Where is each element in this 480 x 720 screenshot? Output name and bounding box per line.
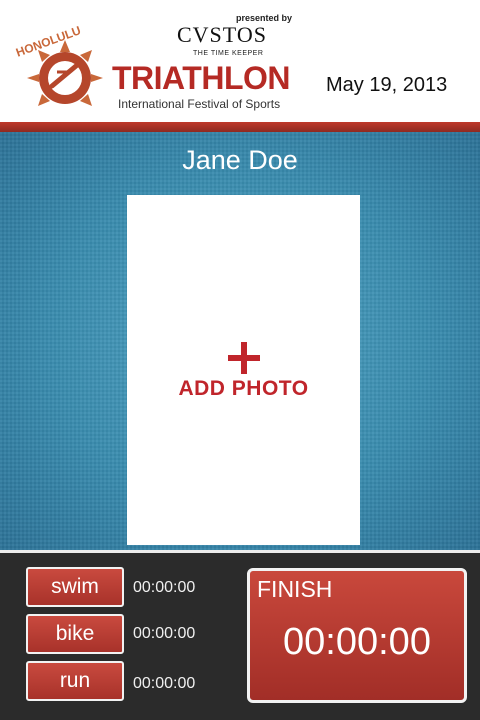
header-divider: [0, 122, 480, 132]
event-date: May 19, 2013: [326, 74, 448, 96]
bike-time: 00:00:00: [133, 625, 196, 642]
finish-time: 00:00:00: [283, 621, 431, 663]
sponsor-logo: CVSTOS: [177, 22, 267, 47]
plus-icon[interactable]: [228, 342, 260, 374]
header: HONOLULU presented by CVSTOS THE TIME KE…: [0, 0, 480, 122]
run-time: 00:00:00: [133, 675, 196, 692]
add-photo-label[interactable]: ADD PHOTO: [127, 377, 360, 401]
run-button[interactable]: run: [26, 661, 124, 701]
bike-button[interactable]: bike: [26, 614, 124, 654]
finish-button[interactable]: FINISH 00:00:00: [247, 568, 467, 703]
swim-button[interactable]: swim: [26, 567, 124, 607]
event-subtitle: International Festival of Sports: [118, 97, 281, 111]
sponsor-tagline: THE TIME KEEPER: [193, 50, 264, 57]
runner-name[interactable]: Jane Doe: [0, 145, 480, 176]
swim-time: 00:00:00: [133, 579, 196, 596]
finish-label: FINISH: [257, 576, 333, 602]
honolulu-sun-logo-icon: HONOLULU: [14, 23, 103, 106]
event-title: TRIATHLON: [112, 60, 290, 96]
